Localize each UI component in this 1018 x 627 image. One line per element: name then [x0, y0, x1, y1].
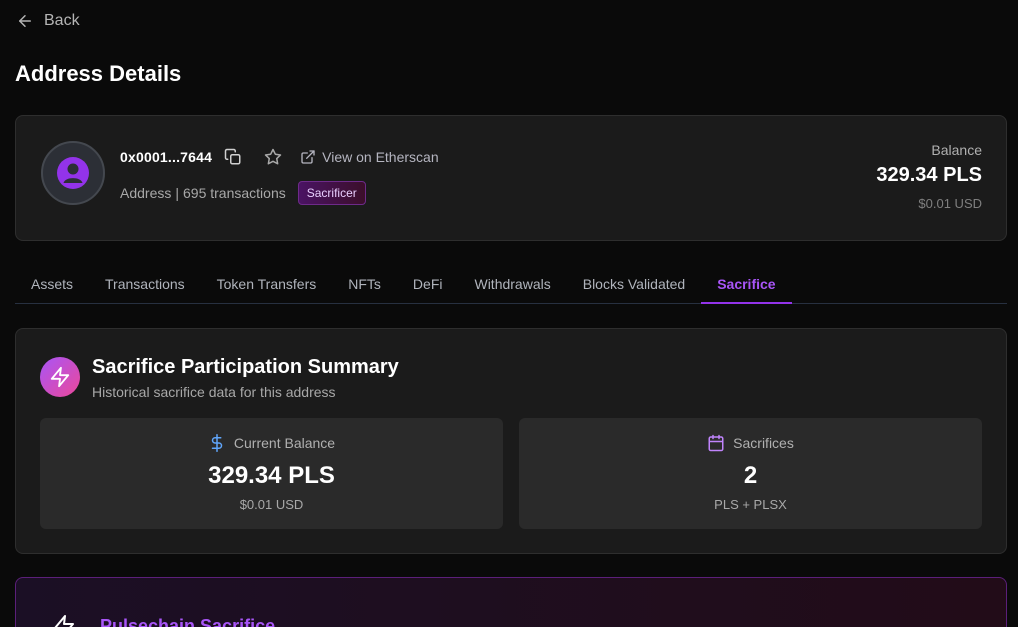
view-on-etherscan-link[interactable]: View on Etherscan	[300, 149, 439, 165]
current-balance-stat: Current Balance 329.34 PLS $0.01 USD	[40, 418, 503, 529]
balance-block: Balance 329.34 PLS $0.01 USD	[876, 142, 982, 211]
star-icon[interactable]	[264, 148, 282, 166]
address-line: 0x0001...7644 View on Etherscan	[120, 148, 439, 166]
address-card: 0x0001...7644 View on Etherscan Address …	[15, 115, 1007, 241]
sacrifice-summary-card: Sacrifice Participation Summary Historic…	[15, 328, 1007, 554]
sacrifices-value: 2	[743, 462, 758, 489]
page-title: Address Details	[15, 61, 182, 86]
address-meta: Address | 695 transactions Sacrificer	[120, 181, 366, 205]
balance-usd: $0.01 USD	[918, 196, 982, 211]
user-circle-icon	[55, 155, 91, 191]
summary-subtitle: Historical sacrifice data for this addre…	[92, 384, 336, 400]
tab-blocks-validated[interactable]: Blocks Validated	[567, 266, 701, 303]
tab-assets[interactable]: Assets	[15, 266, 89, 303]
current-balance-usd: $0.01 USD	[239, 497, 304, 512]
current-balance-label: Current Balance	[233, 435, 336, 451]
copy-icon[interactable]	[224, 148, 242, 166]
sacrificer-badge: Sacrificer	[297, 181, 366, 205]
dollar-icon	[208, 434, 226, 452]
pulsechain-title: Pulsechain Sacrifice	[100, 616, 276, 627]
tab-defi[interactable]: DeFi	[397, 266, 459, 303]
summary-title: Sacrifice Participation Summary	[92, 356, 399, 378]
external-link-icon	[300, 149, 316, 165]
address-hash: 0x0001...7644	[120, 149, 213, 165]
sacrifices-sub: PLS + PLSX	[714, 497, 787, 512]
pulsechain-sacrifice-card: Pulsechain Sacrifice	[15, 577, 1007, 627]
arrow-left-icon	[16, 12, 34, 30]
sacrifices-stat: Sacrifices 2 PLS + PLSX	[519, 418, 982, 529]
balance-value: 329.34 PLS	[876, 164, 982, 186]
transaction-count: 695 transactions	[183, 185, 286, 201]
zap-icon	[49, 366, 71, 388]
calendar-icon	[707, 434, 725, 452]
tab-token-transfers[interactable]: Token Transfers	[201, 266, 333, 303]
tab-withdrawals[interactable]: Withdrawals	[458, 266, 566, 303]
current-balance-value: 329.34 PLS	[208, 462, 335, 489]
balance-label: Balance	[931, 142, 982, 158]
etherscan-label: View on Etherscan	[322, 149, 439, 165]
tab-sacrifice[interactable]: Sacrifice	[701, 266, 792, 304]
summary-icon-circle	[40, 357, 80, 397]
back-label: Back	[44, 12, 80, 29]
meta-separator: |	[175, 185, 179, 201]
zap-icon	[52, 614, 76, 627]
tab-bar: Assets Transactions Token Transfers NFTs…	[15, 266, 1007, 304]
sacrifices-label: Sacrifices	[733, 435, 794, 451]
address-type: Address	[120, 185, 172, 201]
back-button[interactable]: Back	[16, 12, 80, 30]
tab-transactions[interactable]: Transactions	[89, 266, 201, 303]
tab-nfts[interactable]: NFTs	[332, 266, 397, 303]
avatar	[41, 141, 105, 205]
